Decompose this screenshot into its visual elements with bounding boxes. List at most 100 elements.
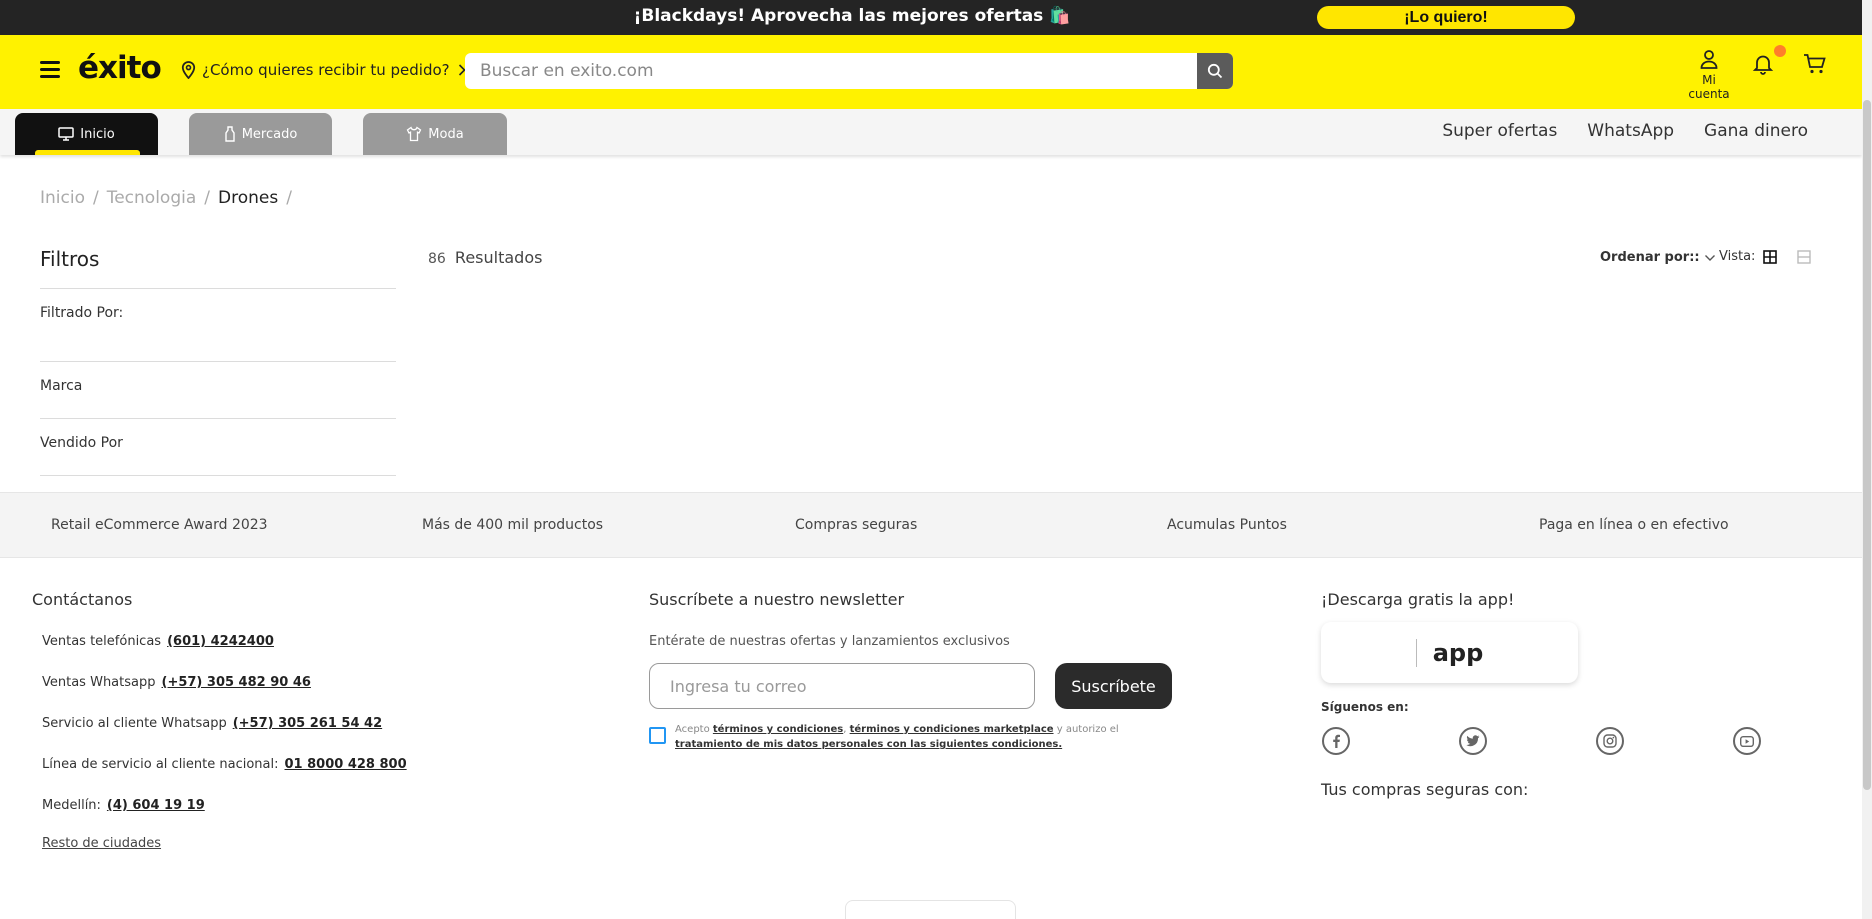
terms-checkbox[interactable]	[649, 727, 666, 744]
benefit-points: Acumulas Puntos	[1167, 517, 1287, 533]
filtered-by-label: Filtrado Por:	[40, 305, 124, 321]
contact-national-link[interactable]: 01 8000 428 800	[285, 757, 407, 772]
filters-title: Filtros	[40, 247, 100, 271]
breadcrumb-separator: /	[286, 188, 292, 208]
tab-mercado[interactable]: Mercado	[189, 113, 332, 155]
data-treatment-link[interactable]: tratamiento de mis datos personales con …	[675, 739, 1062, 750]
subscribe-button[interactable]: Suscríbete	[1055, 663, 1172, 709]
active-tab-indicator	[35, 150, 140, 155]
chevron-down-icon	[1704, 254, 1715, 261]
contact-row: Ventas Whatsapp (+57) 305 482 90 46	[42, 675, 311, 690]
benefit-payment: Paga en línea o en efectivo	[1539, 517, 1729, 533]
contact-row: Servicio al cliente Whatsapp (+57) 305 26…	[42, 716, 382, 731]
benefit-products: Más de 400 mil productos	[422, 517, 604, 533]
exito-logo[interactable]: éxito	[78, 50, 162, 86]
divider	[40, 288, 396, 289]
search-input[interactable]	[465, 53, 1195, 89]
benefit-secure: Compras seguras	[795, 517, 918, 533]
account-label: Mi cuenta	[1688, 73, 1730, 101]
contact-label: Medellín:	[42, 798, 101, 813]
breadcrumb: Inicio / Tecnologia / Drones /	[40, 188, 292, 208]
delivery-label: ¿Cómo quieres recibir tu pedido?	[202, 61, 450, 79]
monitor-icon	[58, 127, 75, 141]
sort-label: Ordenar por::	[1600, 250, 1700, 265]
category-tabs-bar: Inicio Mercado Moda Super ofertas WhatsA…	[0, 109, 1862, 155]
grid-view-icon[interactable]	[1763, 249, 1778, 264]
breadcrumb-drones: Drones	[218, 188, 279, 208]
results-label: Resultados	[454, 248, 543, 267]
terms-prefix: Acepto	[675, 724, 710, 735]
bottle-icon	[225, 126, 235, 142]
contact-label: Ventas Whatsapp	[42, 675, 156, 690]
filter-vendido-por[interactable]: Vendido Por	[40, 435, 123, 451]
user-icon	[1700, 50, 1718, 69]
terms-link[interactable]: términos y condiciones	[713, 724, 843, 735]
gana-dinero-link[interactable]: Gana dinero	[1704, 121, 1808, 141]
contact-medellin-link[interactable]: (4) 604 19 19	[107, 798, 205, 813]
twitter-icon[interactable]	[1459, 727, 1487, 755]
contact-label: Servicio al cliente Whatsapp	[42, 716, 227, 731]
tab-label: Inicio	[80, 126, 115, 142]
cart-icon	[1804, 54, 1826, 74]
list-view-icon[interactable]	[1797, 249, 1812, 264]
super-ofertas-link[interactable]: Super ofertas	[1442, 121, 1557, 141]
contact-label: Ventas telefónicas	[42, 634, 162, 649]
shirt-icon	[406, 126, 422, 142]
top-links: Super ofertas WhatsApp Gana dinero	[1442, 121, 1808, 141]
tab-moda[interactable]: Moda	[363, 113, 507, 155]
contact-row: Línea de servicio al cliente nacional: 01…	[42, 757, 407, 772]
follow-label: Síguenos en:	[1321, 700, 1409, 714]
terms-mid: y autorizo el	[1056, 724, 1119, 735]
divider	[40, 418, 396, 419]
app-title: ¡Descarga gratis la app!	[1321, 590, 1515, 609]
search-button[interactable]	[1197, 53, 1233, 89]
delivery-selector[interactable]: ¿Cómo quieres recibir tu pedido?	[181, 61, 472, 79]
breadcrumb-inicio[interactable]: Inicio	[40, 188, 85, 208]
contact-label: Línea de servicio al cliente nacional:	[42, 757, 279, 772]
divider	[40, 361, 396, 362]
scrollbar-thumb[interactable]	[1863, 100, 1871, 790]
cart-button[interactable]	[1803, 53, 1827, 79]
youtube-icon[interactable]	[1733, 727, 1761, 755]
terms-marketplace-link[interactable]: términos y condiciones marketplace	[850, 724, 1054, 735]
view-label: Vista:	[1719, 249, 1756, 264]
other-cities-link[interactable]: Resto de ciudades	[42, 836, 161, 851]
tab-label: Mercado	[241, 126, 298, 142]
badge-divider	[1415, 638, 1417, 667]
view-toggle: Vista:	[1719, 249, 1812, 264]
contact-title: Contáctanos	[32, 590, 133, 609]
sort-dropdown[interactable]: Ordenar por::	[1600, 250, 1716, 265]
contact-row: Ventas telefónicas (601) 4242400	[42, 634, 274, 649]
facebook-icon[interactable]	[1322, 727, 1350, 755]
filter-marca[interactable]: Marca	[40, 378, 82, 394]
contact-phone-link[interactable]: (601) 4242400	[167, 634, 274, 649]
tab-inicio[interactable]: Inicio	[15, 113, 158, 155]
contact-row: Medellín: (4) 604 19 19	[42, 798, 205, 813]
promo-cta-button[interactable]: ¡Lo quiero!	[1317, 6, 1575, 29]
newsletter-subtitle: Entérate de nuestras ofertas y lanzamien…	[649, 634, 1010, 649]
contact-support-whatsapp-link[interactable]: (+57) 305 261 54 42	[233, 716, 382, 731]
notifications-button[interactable]	[1752, 53, 1774, 79]
terms-text: Acepto términos y condiciones, términos …	[675, 724, 1119, 750]
search-bar	[465, 53, 1233, 89]
main-header: éxito ¿Cómo quieres recibir tu pedido? M…	[0, 35, 1862, 109]
app-download-badge[interactable]: app	[1321, 622, 1578, 683]
benefits-strip: Retail eCommerce Award 2023 Más de 400 m…	[0, 492, 1862, 558]
menu-icon[interactable]	[40, 61, 60, 79]
bell-icon	[1752, 55, 1774, 75]
location-pin-icon	[181, 61, 196, 79]
instagram-icon[interactable]	[1596, 727, 1624, 755]
results-count: 86 Resultados	[428, 248, 542, 267]
newsletter-email-input[interactable]	[649, 663, 1035, 709]
tab-label: Moda	[428, 126, 464, 142]
breadcrumb-separator: /	[92, 188, 99, 208]
app-badge-text: app	[1432, 638, 1484, 667]
promo-banner: ¡Blackdays! Aprovecha las mejores oferta…	[0, 0, 1872, 35]
whatsapp-link[interactable]: WhatsApp	[1587, 121, 1674, 141]
results-number: 86	[428, 251, 446, 267]
bottom-card-partial	[845, 900, 1016, 919]
account-button[interactable]: Mi cuenta	[1680, 49, 1738, 101]
newsletter-title: Suscríbete a nuestro newsletter	[649, 590, 905, 609]
contact-whatsapp-link[interactable]: (+57) 305 482 90 46	[162, 675, 311, 690]
breadcrumb-tecnologia[interactable]: Tecnologia	[107, 188, 197, 208]
